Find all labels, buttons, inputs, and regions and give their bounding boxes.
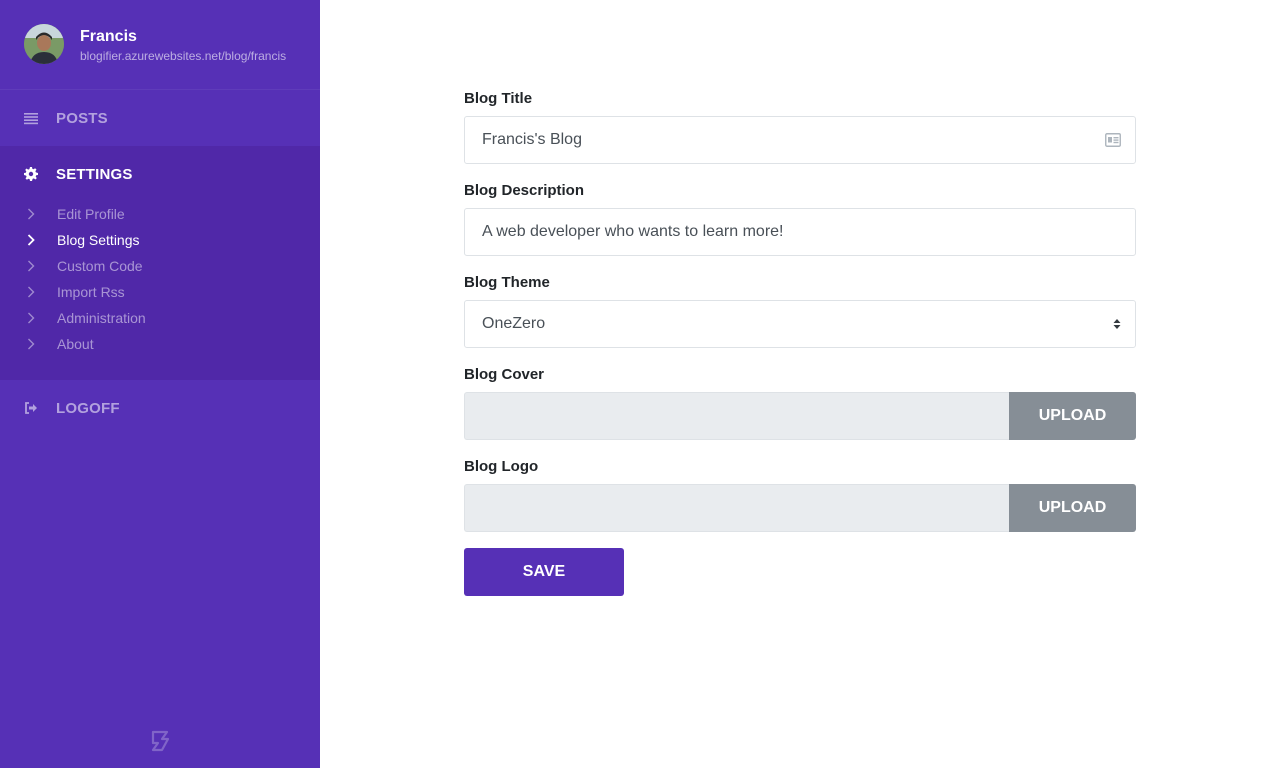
save-button[interactable]: SAVE [464,548,624,596]
list-icon [24,113,38,125]
blog-logo-input[interactable] [464,484,1010,532]
blog-description-label: Blog Description [464,182,585,199]
blog-logo-upload-group: UPLOAD [464,484,1136,532]
nav-logoff-label: LOGOFF [56,399,120,417]
nav-settings-label: SETTINGS [56,165,133,183]
sidebar: Francis blogifier.azurewebsites.net/blog… [0,0,320,768]
sign-out-icon [25,402,37,414]
chevron-right-icon [28,286,35,298]
profile-header: Francis blogifier.azurewebsites.net/blog… [0,0,320,90]
blog-theme-select[interactable]: OneZero [464,300,1136,348]
settings-submenu: Edit Profile Blog Settings Custom Code I… [0,201,320,357]
blog-title-value: Francis's Blog [482,131,582,148]
id-card-icon [1105,133,1121,147]
select-arrows-icon [1113,319,1121,329]
blog-cover-input[interactable] [464,392,1010,440]
submenu-item-edit-profile[interactable]: Edit Profile [0,201,320,227]
chevron-right-icon [28,208,35,220]
blog-cover-upload-button[interactable]: UPLOAD [1009,392,1136,440]
chevron-right-icon [28,338,35,350]
submenu-item-custom-code[interactable]: Custom Code [0,253,320,279]
blog-cover-upload-group: UPLOAD [464,392,1136,440]
submenu-item-administration[interactable]: Administration [0,305,320,331]
nav-logoff[interactable]: LOGOFF [0,380,320,436]
profile-url[interactable]: blogifier.azurewebsites.net/blog/francis [80,49,286,63]
chevron-right-icon [28,260,35,272]
blog-cover-label: Blog Cover [464,366,545,383]
submenu-item-label: Edit Profile [57,206,125,222]
avatar[interactable] [24,24,64,64]
submenu-item-blog-settings[interactable]: Blog Settings [0,227,320,253]
blog-description-value: A web developer who wants to learn more! [482,223,784,240]
blog-title-input[interactable]: Francis's Blog [464,116,1136,164]
submenu-item-label: Administration [57,310,146,326]
profile-name: Francis [80,28,137,45]
submenu-item-label: Custom Code [57,258,143,274]
nav-posts[interactable]: POSTS [0,90,320,146]
blog-theme-label: Blog Theme [464,274,550,291]
submenu-item-import-rss[interactable]: Import Rss [0,279,320,305]
blog-title-label: Blog Title [464,90,533,107]
submenu-item-label: About [57,336,94,352]
blogifier-logo-icon [151,730,170,752]
gear-icon [24,167,38,181]
submenu-item-label: Blog Settings [57,232,140,248]
nav-settings[interactable]: SETTINGS [0,146,320,202]
submenu-item-label: Import Rss [57,284,125,300]
nav-posts-label: POSTS [56,109,108,127]
blog-description-input[interactable]: A web developer who wants to learn more! [464,208,1136,256]
blog-logo-label: Blog Logo [464,458,539,475]
blog-logo-upload-button[interactable]: UPLOAD [1009,484,1136,532]
blog-theme-value: OneZero [482,315,546,332]
chevron-right-icon [27,234,35,246]
chevron-right-icon [28,312,35,324]
submenu-item-about[interactable]: About [0,331,320,357]
